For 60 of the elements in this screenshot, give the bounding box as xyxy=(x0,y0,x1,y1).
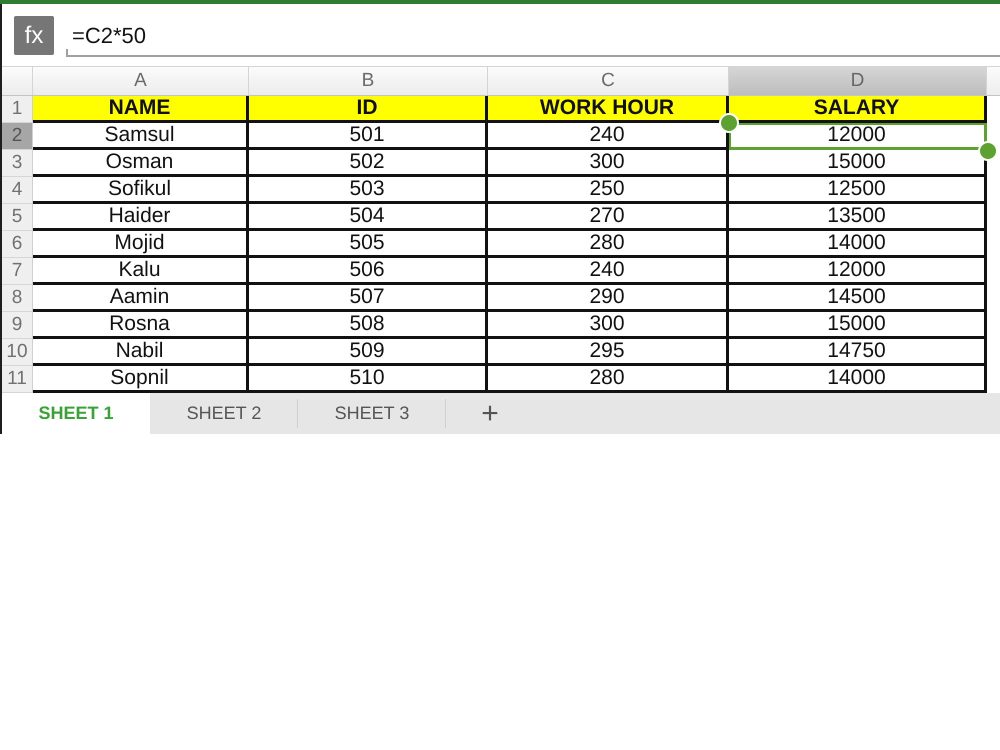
sheet-cell[interactable]: Aamin xyxy=(33,285,249,312)
sheet-cell[interactable]: 12000 xyxy=(729,123,987,150)
sheet-cell[interactable]: Nabil xyxy=(33,339,249,366)
sheet-cell[interactable]: Osman xyxy=(33,150,249,177)
row-header[interactable]: 8 xyxy=(2,285,33,312)
sheet-cell[interactable]: 15000 xyxy=(729,150,987,177)
sheet-cell[interactable]: 270 xyxy=(488,204,729,231)
column-header[interactable]: D xyxy=(729,67,987,95)
sheet-cell[interactable]: 12500 xyxy=(729,177,987,204)
sheet-cell[interactable]: 240 xyxy=(488,258,729,285)
sheet-cell[interactable]: 502 xyxy=(249,150,488,177)
sheet-cell[interactable]: 250 xyxy=(488,177,729,204)
row-header[interactable]: 6 xyxy=(2,231,33,258)
sheet-cell[interactable]: Haider xyxy=(33,204,249,231)
sheet-cell[interactable]: Sopnil xyxy=(33,366,249,393)
column-title-cell[interactable]: NAME xyxy=(33,96,249,123)
sheet-cell[interactable]: 12000 xyxy=(729,258,987,285)
sheet-cell[interactable]: 240 xyxy=(488,123,729,150)
row-header[interactable]: 1 xyxy=(2,96,33,123)
row-header[interactable]: 7 xyxy=(2,258,33,285)
sheet-cell[interactable]: 13500 xyxy=(729,204,987,231)
sheet-cell[interactable]: Rosna xyxy=(33,312,249,339)
sheet-cell[interactable]: 290 xyxy=(488,285,729,312)
column-title-cell[interactable]: ID xyxy=(249,96,488,123)
sheet-cell[interactable]: 505 xyxy=(249,231,488,258)
sheet-cell[interactable]: 509 xyxy=(249,339,488,366)
row-header[interactable]: 11 xyxy=(2,366,33,393)
sheet-cell[interactable]: 14000 xyxy=(729,231,987,258)
sheet-cell[interactable]: 280 xyxy=(488,366,729,393)
sheet-cell[interactable]: 508 xyxy=(249,312,488,339)
sheet-cell[interactable]: Mojid xyxy=(33,231,249,258)
sheet-cell[interactable]: 14000 xyxy=(729,366,987,393)
function-button[interactable]: fx xyxy=(14,16,54,55)
row-header[interactable]: 3 xyxy=(2,150,33,177)
sheet-cell[interactable]: 280 xyxy=(488,231,729,258)
row-header[interactable]: 9 xyxy=(2,312,33,339)
sheet-cell[interactable]: 503 xyxy=(249,177,488,204)
sheet-cell[interactable]: 507 xyxy=(249,285,488,312)
sheet-tab[interactable]: SHEET 2 xyxy=(150,393,298,434)
sheet-cell[interactable]: Sofikul xyxy=(33,177,249,204)
sheet-cell[interactable]: 14750 xyxy=(729,339,987,366)
row-header[interactable]: 4 xyxy=(2,177,33,204)
sheet-cell[interactable]: 501 xyxy=(249,123,488,150)
sheet-cell[interactable]: 300 xyxy=(488,150,729,177)
sheet-cell[interactable]: 300 xyxy=(488,312,729,339)
column-title-cell[interactable]: WORK HOUR xyxy=(488,96,729,123)
sheet-cell[interactable]: 15000 xyxy=(729,312,987,339)
sheet-cell[interactable]: Kalu xyxy=(33,258,249,285)
add-sheet-button[interactable]: + xyxy=(446,393,534,434)
sheet-tab[interactable]: SHEET 3 xyxy=(298,393,446,434)
sheet-cell[interactable]: 504 xyxy=(249,204,488,231)
sheet-cell[interactable]: Samsul xyxy=(33,123,249,150)
sheet-cell[interactable]: 295 xyxy=(488,339,729,366)
row-header[interactable]: 10 xyxy=(2,339,33,366)
column-title-cell[interactable]: SALARY xyxy=(729,96,987,123)
sheet-cell[interactable]: 510 xyxy=(249,366,488,393)
sheet-cell[interactable]: 14500 xyxy=(729,285,987,312)
sheet-cell[interactable]: 506 xyxy=(249,258,488,285)
row-header[interactable]: 5 xyxy=(2,204,33,231)
formula-field[interactable]: =C2*50 xyxy=(66,16,1000,57)
